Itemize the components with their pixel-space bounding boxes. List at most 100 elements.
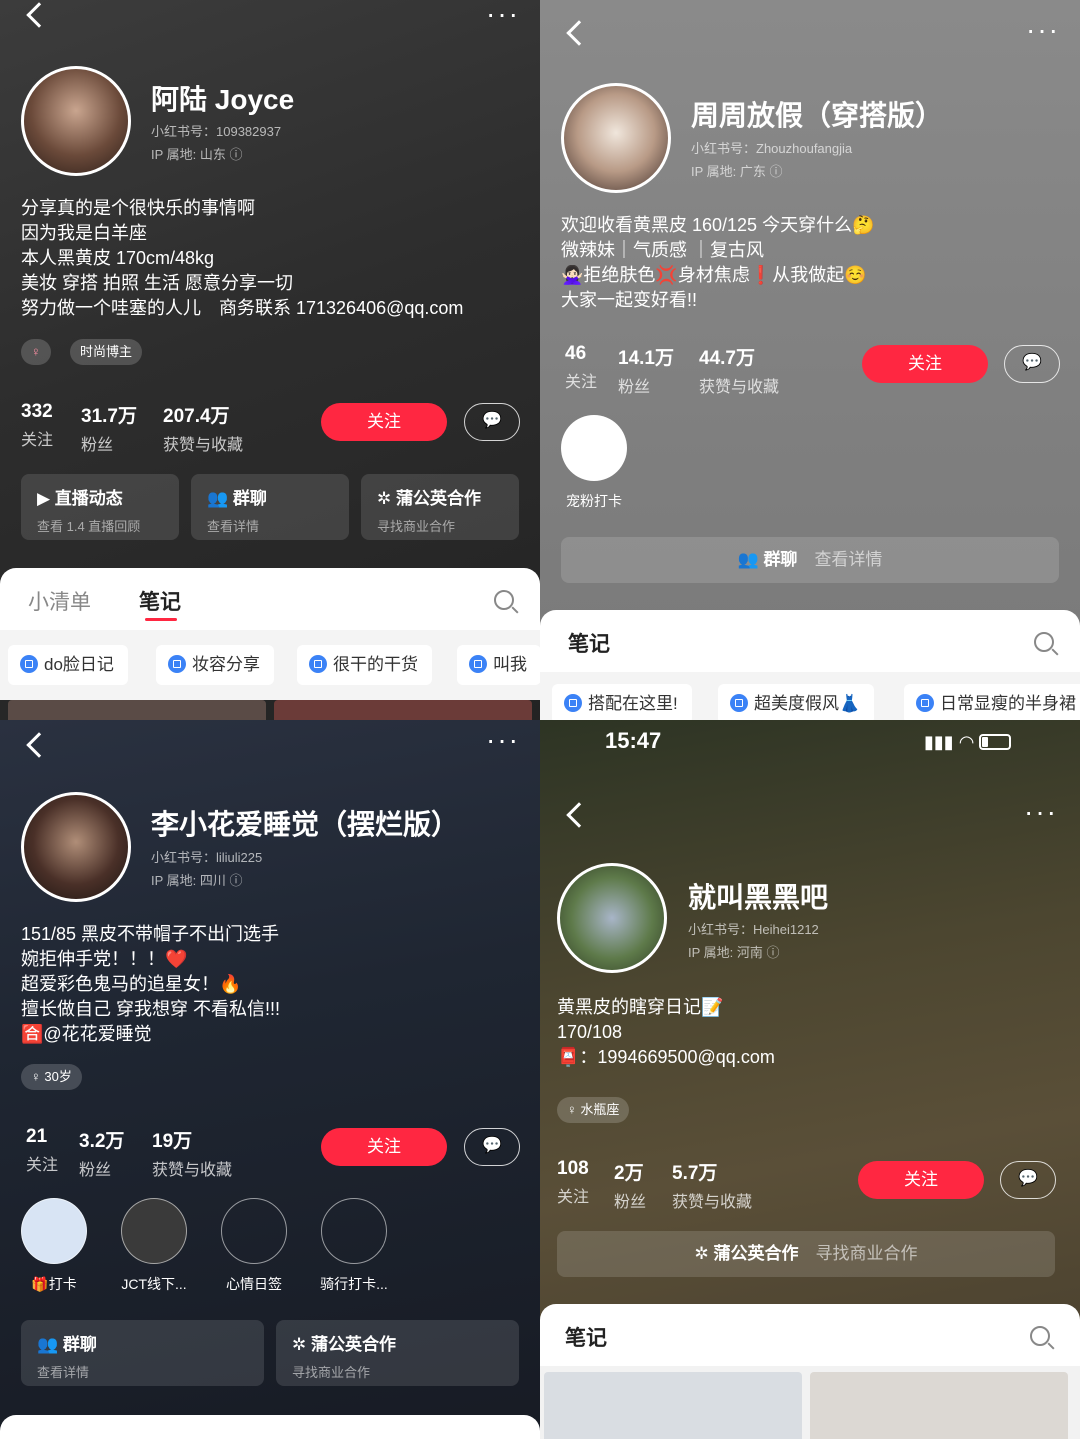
avatar[interactable] — [557, 863, 667, 973]
live-card[interactable]: ▶ 直播动态 查看 1.4 直播回顾 — [21, 474, 179, 540]
note-thumbnail[interactable] — [810, 1372, 1068, 1439]
dandelion-icon: ✲ — [292, 1335, 311, 1354]
collection-icon — [916, 694, 934, 712]
more-icon[interactable]: ··· — [486, 0, 520, 28]
search-icon[interactable] — [1030, 1326, 1050, 1346]
collection-chip[interactable]: do脸日记 — [8, 645, 128, 685]
stat-likes[interactable]: 19万 获赞与收藏 — [152, 1126, 232, 1180]
collection-chip[interactable]: 超美度假风👗 — [718, 684, 875, 720]
bio-line: 因为我是白羊座 — [21, 223, 147, 243]
note-thumbnail[interactable] — [8, 700, 266, 720]
profile-panel-zhouzhou: ··· 周周放假（穿搭版） 小红书号：Zhouzhoufangjia IP 属地… — [540, 0, 1080, 720]
stat-followers[interactable]: 3.2万 粉丝 — [79, 1126, 124, 1180]
stat-following[interactable]: 21 关注 — [26, 1126, 58, 1175]
highlight-item[interactable]: 心情日签 — [221, 1198, 287, 1294]
follow-button[interactable]: 关注 — [321, 403, 447, 441]
note-thumbnail[interactable] — [544, 1372, 802, 1439]
highlight-item[interactable]: 骑行打卡... — [314, 1198, 394, 1294]
stat-likes[interactable]: 207.4万 获赞与收藏 — [163, 401, 243, 455]
profile-name: 阿陆 Joyce — [151, 84, 295, 115]
brand-coop-card[interactable]: ✲ 蒲公英合作 寻找商业合作 — [361, 474, 519, 540]
bio-line: 分享真的是个很快乐的事情啊 — [21, 198, 255, 218]
signal-icon: ▮▮▮ — [924, 732, 954, 752]
bio-line: 151/85 黑皮不带帽子不出门选手 — [21, 924, 280, 944]
message-button[interactable]: 💬 — [1000, 1161, 1056, 1199]
follow-button[interactable]: 关注 — [858, 1161, 984, 1199]
brand-coop-bar[interactable]: ✲ 蒲公英合作 寻找商业合作 — [557, 1231, 1055, 1277]
collection-chip[interactable]: 日常显瘦的半身裙 — [904, 684, 1080, 720]
search-icon[interactable] — [1034, 632, 1054, 652]
follow-button[interactable]: 关注 — [862, 345, 988, 383]
tab-underline — [145, 618, 177, 621]
collection-icon — [469, 655, 487, 673]
stat-following[interactable]: 108 关注 — [557, 1158, 589, 1207]
profile-name: 就叫黑黑吧 — [688, 882, 829, 913]
chat-icon: 💬 — [482, 412, 502, 429]
user-id: 小红书号：109382937 — [151, 124, 282, 139]
stat-likes[interactable]: 44.7万 获赞与收藏 — [699, 343, 779, 397]
ip-location: IP 属地: 山东 ⓘ — [151, 147, 243, 162]
collection-chip[interactable]: 很干的干货 — [297, 645, 432, 685]
highlight-item[interactable]: 🎁打卡 — [21, 1198, 87, 1294]
ip-location: IP 属地: 四川 ⓘ — [151, 873, 243, 888]
tab-list[interactable]: 小清单 — [28, 586, 91, 616]
highlight-thumbnail — [321, 1198, 387, 1264]
avatar[interactable] — [21, 792, 131, 902]
bio-line: 美妆 穿搭 拍照 生活 愿意分享一切 — [21, 273, 294, 293]
group-chat-bar[interactable]: 👥 群聊 查看详情 — [561, 537, 1059, 583]
tab-notes[interactable]: 笔记 — [568, 628, 610, 658]
profile-panel-heihei: 15:47 ▮▮▮ ◠ ··· 就叫黑黑吧 小红书号：Heihei1212 IP… — [540, 720, 1080, 1439]
avatar[interactable] — [21, 66, 131, 176]
note-thumbnail[interactable] — [274, 700, 532, 720]
back-icon[interactable] — [566, 802, 592, 828]
category-tag: 时尚博主 — [70, 339, 143, 365]
back-icon[interactable] — [26, 2, 52, 28]
collection-chip[interactable]: 叫我 — [457, 645, 540, 685]
stat-followers[interactable]: 14.1万 粉丝 — [618, 343, 674, 397]
tab-notes[interactable]: 笔记 — [565, 1322, 607, 1352]
back-icon[interactable] — [566, 20, 592, 46]
collection-icon — [309, 655, 327, 673]
highlight-thumbnail — [561, 415, 627, 481]
age-tag: ♀ 30岁 — [21, 1064, 82, 1090]
bio-line: 努力做一个哇塞的人儿 商务联系 171326406@qq.com — [21, 298, 464, 318]
brand-coop-card[interactable]: ✲ 蒲公英合作 寻找商业合作 — [276, 1320, 519, 1386]
profile-name: 李小花爱睡觉（摆烂版） — [151, 809, 460, 840]
stat-following[interactable]: 46 关注 — [565, 343, 597, 392]
avatar[interactable] — [561, 83, 671, 193]
message-button[interactable]: 💬 — [1004, 345, 1060, 383]
chat-icon: 💬 — [1018, 1170, 1038, 1187]
more-icon[interactable]: ··· — [1024, 798, 1058, 826]
highlight-thumbnail — [221, 1198, 287, 1264]
bio-line: 擅长做自己 穿我想穿 不看私信!!! — [21, 999, 281, 1019]
stat-likes[interactable]: 5.7万 获赞与收藏 — [672, 1158, 752, 1212]
more-icon[interactable]: ··· — [1026, 16, 1060, 44]
notes-grid — [540, 1366, 1080, 1439]
bio-line: 黄黑皮的瞎穿日记📝 — [557, 997, 724, 1017]
more-icon[interactable]: ··· — [486, 726, 520, 754]
collection-icon — [20, 655, 38, 673]
search-icon[interactable] — [494, 590, 514, 610]
collection-chips: do脸日记 妆容分享 很干的干货 叫我 — [0, 630, 540, 700]
group-chat-card[interactable]: 👥 群聊 查看详情 — [191, 474, 349, 540]
bio-line: 🈴@花花爱睡觉 — [21, 1024, 152, 1044]
message-button[interactable]: 💬 — [464, 1128, 520, 1166]
stat-following[interactable]: 332 关注 — [21, 401, 53, 450]
battery-icon — [979, 734, 1012, 750]
tab-bar: 笔记 — [540, 610, 1080, 672]
bio-line: 欢迎收看黄黑皮 160/125 今天穿什么🤔 — [561, 215, 875, 235]
highlight-item[interactable]: JCT线下... — [114, 1198, 194, 1294]
back-icon[interactable] — [26, 732, 52, 758]
stat-followers[interactable]: 2万 粉丝 — [614, 1158, 646, 1212]
stat-followers[interactable]: 31.7万 粉丝 — [81, 401, 137, 455]
tab-notes[interactable]: 笔记 — [139, 586, 181, 616]
highlight-item[interactable]: 宠粉打卡 — [561, 415, 627, 511]
collection-chip[interactable]: 搭配在这里! — [552, 684, 692, 720]
group-chat-card[interactable]: 👥 群聊 查看详情 — [21, 1320, 264, 1386]
message-button[interactable]: 💬 — [464, 403, 520, 441]
follow-button[interactable]: 关注 — [321, 1128, 447, 1166]
bio-line: 本人黑黄皮 170cm/48kg — [21, 248, 215, 268]
people-icon: 👥 — [207, 489, 233, 508]
collection-chip[interactable]: 妆容分享 — [156, 645, 274, 685]
tab-bar — [0, 1415, 540, 1439]
